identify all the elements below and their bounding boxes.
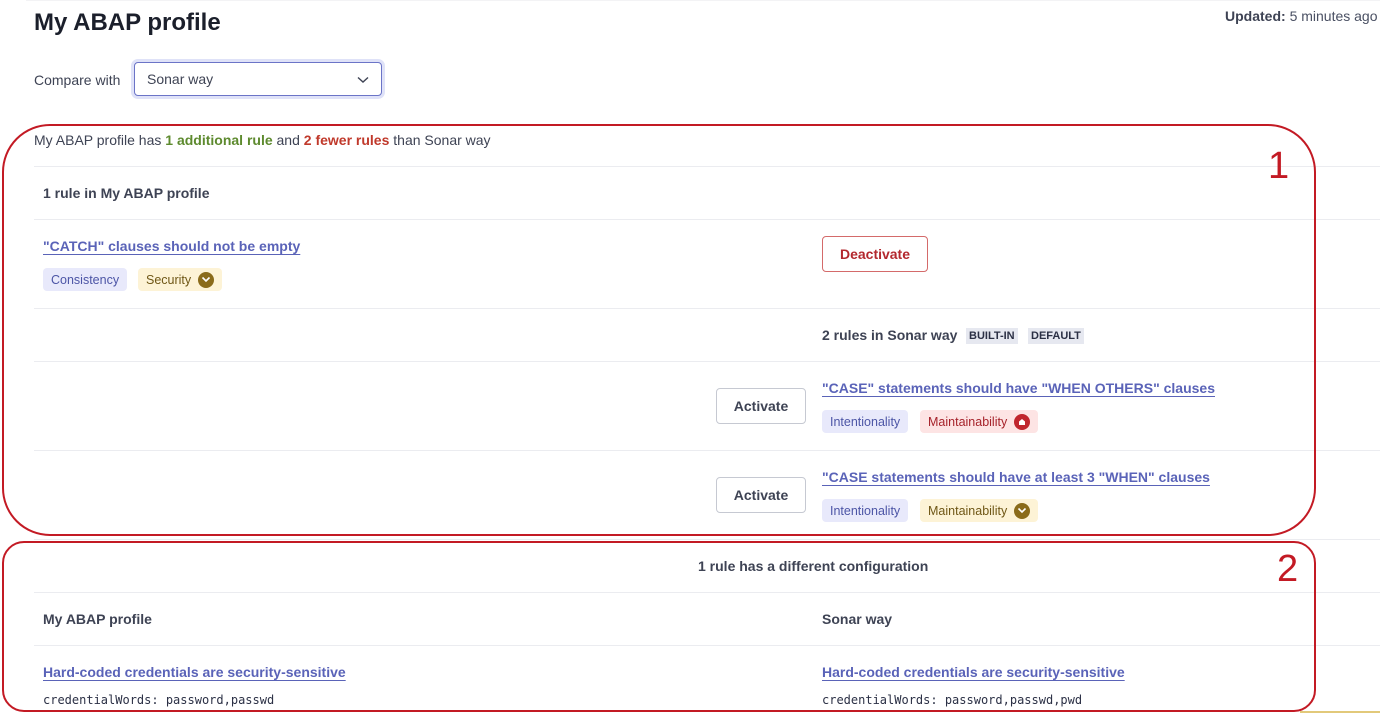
rule-link-catch-clauses[interactable]: "CATCH" clauses should not be empty bbox=[43, 238, 300, 254]
summary-suffix: than Sonar way bbox=[393, 132, 491, 148]
annotation-number-1: 1 bbox=[1268, 145, 1290, 187]
chevron-down-circle-icon bbox=[198, 271, 215, 288]
comparison-summary: My ABAP profile has 1 additional rule an… bbox=[34, 132, 491, 148]
diff-heading: 1 rule has a different configuration bbox=[698, 558, 929, 574]
top-divider bbox=[26, 0, 1380, 1]
summary-additional: 1 additional rule bbox=[165, 132, 273, 148]
divider bbox=[34, 219, 1380, 220]
chevron-down-circle-icon bbox=[1014, 502, 1031, 519]
divider bbox=[34, 361, 1380, 362]
tag-maintainability: Maintainability bbox=[920, 410, 1039, 433]
rule-link-hardcoded-credentials-right[interactable]: Hard-coded credentials are security-sens… bbox=[822, 664, 1125, 680]
updated-info: Updated: 5 minutes ago bbox=[1225, 8, 1378, 24]
param-credential-words-left: credentialWords: password,passwd bbox=[43, 693, 275, 707]
diff-right-column-header: Sonar way bbox=[822, 611, 893, 627]
built-in-badge: BUILT-IN bbox=[966, 328, 1018, 344]
divider bbox=[34, 645, 1380, 646]
compare-select-value: Sonar way bbox=[147, 71, 214, 87]
summary-middle: and bbox=[276, 132, 300, 148]
summary-fewer: 2 fewer rules bbox=[303, 132, 390, 148]
divider bbox=[34, 539, 1380, 540]
page-title: My ABAP profile bbox=[34, 9, 221, 36]
updated-label: Updated: bbox=[1225, 8, 1286, 24]
tag-label: Intentionality bbox=[830, 503, 901, 518]
right-only-heading: 2 rules in Sonar way bbox=[822, 327, 958, 343]
divider bbox=[34, 308, 1380, 309]
deactivate-button[interactable]: Deactivate bbox=[822, 236, 928, 272]
default-badge: DEFAULT bbox=[1028, 328, 1084, 344]
annotation-number-2: 2 bbox=[1277, 548, 1299, 590]
tag-label: Consistency bbox=[51, 272, 120, 287]
tag-label: Maintainability bbox=[928, 414, 1008, 429]
tag-label: Maintainability bbox=[928, 503, 1008, 518]
activate-button[interactable]: Activate bbox=[716, 477, 806, 513]
annotation-box-2 bbox=[2, 541, 1316, 712]
tag-intentionality: Intentionality bbox=[822, 410, 909, 433]
param-credential-words-right: credentialWords: password,passwd,pwd bbox=[822, 693, 1083, 707]
rule-link-case-three-when[interactable]: "CASE statements should have at least 3 … bbox=[822, 469, 1210, 485]
tag-maintainability: Maintainability bbox=[920, 499, 1039, 522]
compare-select[interactable]: Sonar way bbox=[134, 62, 382, 96]
divider bbox=[34, 592, 1380, 593]
left-only-heading: 1 rule in My ABAP profile bbox=[43, 185, 210, 201]
tag-intentionality: Intentionality bbox=[822, 499, 909, 522]
tag-security: Security bbox=[138, 268, 223, 291]
tag-label: Intentionality bbox=[830, 414, 901, 429]
updated-value: 5 minutes ago bbox=[1289, 8, 1378, 24]
rule-link-case-when-others[interactable]: "CASE" statements should have "WHEN OTHE… bbox=[822, 380, 1215, 396]
rule-link-hardcoded-credentials-left[interactable]: Hard-coded credentials are security-sens… bbox=[43, 664, 346, 680]
chevron-down-icon bbox=[357, 71, 369, 87]
tag-label: Security bbox=[146, 272, 192, 287]
divider bbox=[34, 450, 1380, 451]
diff-left-column-header: My ABAP profile bbox=[43, 611, 152, 627]
summary-prefix: My ABAP profile has bbox=[34, 132, 162, 148]
tag-consistency: Consistency bbox=[43, 268, 128, 291]
compare-label: Compare with bbox=[34, 72, 121, 88]
divider bbox=[34, 166, 1380, 167]
high-severity-icon bbox=[1014, 413, 1031, 430]
activate-button[interactable]: Activate bbox=[716, 388, 806, 424]
